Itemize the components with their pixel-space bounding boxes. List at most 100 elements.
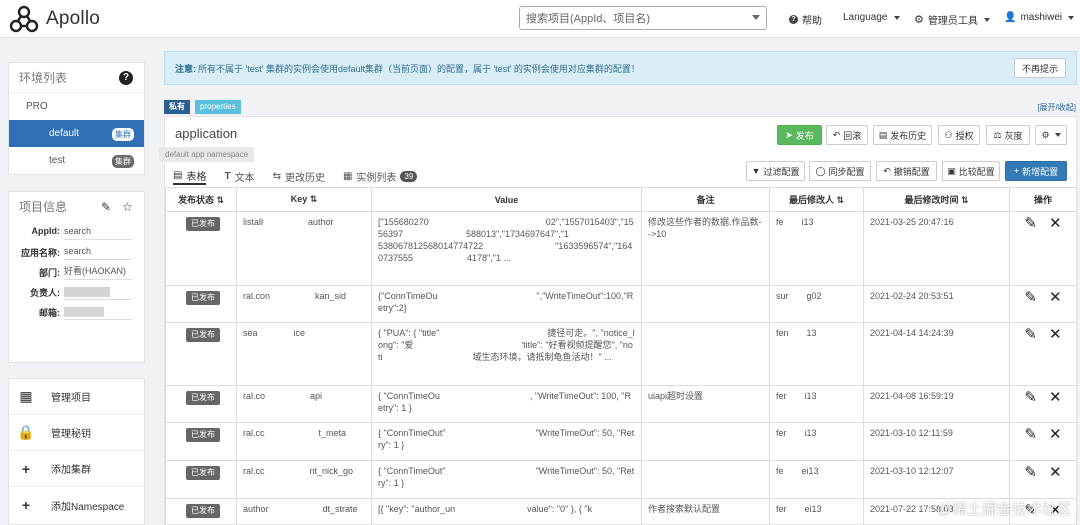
edit-icon[interactable]: ✎ [101, 200, 111, 214]
tab-instance-list[interactable]: ▦ 实例列表 39 [343, 167, 418, 185]
status-cell: 已发布 [165, 385, 237, 423]
info-value: search [64, 224, 132, 240]
expand-collapse-link[interactable]: [展开/收起] [1037, 102, 1076, 113]
rollback-button[interactable]: ↶ 回滚 [826, 125, 868, 145]
env-item-pro[interactable]: PRO [9, 93, 144, 120]
caret-down-icon [1068, 15, 1075, 20]
remark-cell: 修改这些作者的数据.作品数-->10 [641, 211, 770, 286]
key-cell: sea ice [236, 322, 372, 386]
published-badge: 已发布 [186, 291, 220, 305]
notice-text: 所有不属于 'test' 集群的实例会使用default集群（当前页面）的配置，… [198, 63, 640, 74]
tab-text[interactable]: T 文本 [224, 167, 254, 185]
tab-label: 更改历史 [284, 172, 325, 184]
publish-button[interactable]: ➤ 发布 [777, 125, 822, 145]
action-label: 添加集群 [51, 465, 91, 476]
column-header-modified-time[interactable]: 最后修改时间 ⇅ [863, 187, 1010, 212]
help-label: 帮助 [802, 16, 822, 27]
close-icon[interactable]: ✕ [1049, 327, 1062, 342]
key-cell: ral.con kan_sid [236, 285, 372, 323]
column-label: Key [290, 194, 308, 204]
grant-button[interactable]: ⚇ 授权 [938, 125, 980, 145]
apollo-logo[interactable]: Apollo [8, 4, 100, 34]
settings-dropdown-button[interactable]: ⚙ [1035, 125, 1067, 145]
add-cluster-button[interactable]: + 添加集群 [9, 451, 144, 487]
remark-cell [641, 322, 770, 386]
gear-icon: ⚙ [914, 14, 924, 26]
info-row-email: 邮箱: [9, 300, 144, 320]
help-link[interactable]: ? 帮助 [789, 12, 822, 27]
edit-icon[interactable]: ✎ [1024, 290, 1037, 305]
info-value-redacted [64, 304, 132, 320]
close-icon[interactable]: ✕ [1049, 290, 1062, 305]
value-cell: { "ConnTimeOu , "WriteTimeOut": 100, "Re… [371, 385, 642, 423]
column-label: 最后修改时间 [904, 195, 959, 205]
published-badge: 已发布 [186, 466, 220, 480]
project-search-select[interactable]: 搜索项目(AppId、项目名) [519, 6, 767, 30]
namespace-panel: application default app namespace ➤ 发布 ↶… [159, 116, 1077, 525]
manage-project-button[interactable]: ▦ 管理项目 [9, 379, 144, 415]
add-namespace-button[interactable]: + 添加Namespace [9, 487, 144, 523]
language-dropdown[interactable]: Language [843, 12, 900, 23]
close-icon[interactable]: ✕ [1049, 465, 1062, 480]
column-label: Value [494, 194, 519, 205]
value-cell: [{ "key": "author_un value": "0" }, { "k [371, 498, 642, 525]
compare-config-button[interactable]: ▣ 比较配置 [942, 161, 1000, 181]
user-dropdown[interactable]: 👤 mashiwei [1004, 12, 1075, 23]
time-cell: 2021-02-24 20:53:51 [863, 285, 1010, 323]
key-cell: listall author [236, 211, 372, 286]
edit-icon[interactable]: ✎ [1024, 465, 1037, 480]
close-icon[interactable]: ✕ [1049, 390, 1062, 405]
dismiss-notice-button[interactable]: 不再提示 [1013, 58, 1066, 78]
edit-icon[interactable]: ✎ [1024, 390, 1037, 405]
edit-icon[interactable]: ✎ [1024, 427, 1037, 442]
cluster-item-test[interactable]: test 集群 [9, 147, 144, 174]
admin-tools-dropdown[interactable]: ⚙ 管理员工具 [914, 12, 990, 27]
published-badge: 已发布 [186, 504, 220, 518]
column-header-value: Value [371, 187, 642, 212]
sync-config-button[interactable]: ◯ 同步配置 [809, 161, 871, 181]
table-header-row: 发布状态 ⇅ Key ⇅ Value 备注 最后修改人 ⇅ 最后修改时间 ⇅ 操… [165, 187, 1077, 212]
manage-secret-button[interactable]: 🔒 管理秘钥 [9, 415, 144, 451]
info-value-redacted [64, 284, 132, 300]
info-row-app-name: 应用名称: search [9, 240, 144, 260]
edit-icon[interactable]: ✎ [1024, 327, 1037, 342]
tab-table[interactable]: ▤ 表格 [173, 167, 207, 185]
column-label: 最后修改人 [788, 195, 834, 205]
send-icon: ➤ [785, 129, 793, 140]
close-icon[interactable]: ✕ [1049, 427, 1062, 442]
table-icon: ▤ [173, 169, 183, 181]
column-header-status[interactable]: 发布状态 ⇅ [165, 187, 237, 212]
column-label: 备注 [696, 195, 715, 205]
info-row-appid: AppId: search [9, 220, 144, 240]
filter-config-button[interactable]: ▼ 过滤配置 [746, 161, 805, 181]
info-label: AppId: [31, 226, 61, 236]
plus-icon: + [21, 460, 31, 477]
operations-cell: ✎ ✕ [1009, 322, 1077, 386]
add-config-button[interactable]: + 新增配置 [1005, 161, 1067, 181]
gray-label: 灰度 [1004, 130, 1023, 141]
watermark: @稀土掘金技术社区 [936, 501, 1072, 518]
info-value: search [64, 244, 132, 260]
modifier-cell: sur g02 [769, 285, 864, 323]
project-info-header: 项目信息 ✎ ☆ [9, 192, 144, 220]
help-icon[interactable]: ? [119, 71, 133, 85]
edit-icon[interactable]: ✎ [1024, 216, 1037, 231]
key-cell: author dt_strate [236, 498, 372, 525]
tab-change-history[interactable]: ⇆ 更改历史 [273, 167, 325, 185]
close-icon[interactable]: ✕ [1049, 216, 1062, 231]
gray-release-button[interactable]: ⚖ 灰度 [986, 125, 1030, 145]
key-cell: ral.co api [236, 385, 372, 423]
undo-icon: ↶ [883, 165, 891, 176]
grid-icon: ▦ [19, 388, 33, 404]
publish-history-button[interactable]: ▤ 发布历史 [873, 125, 932, 145]
sync-icon: ◯ [815, 165, 826, 176]
column-header-key[interactable]: Key ⇅ [236, 187, 372, 212]
cluster-item-default[interactable]: default 集群 [9, 120, 144, 147]
env-list-panel: 环境列表 ? PRO default 集群 test 集群 [8, 62, 145, 175]
column-header-modifier[interactable]: 最后修改人 ⇅ [769, 187, 864, 212]
cluster-name: default [49, 128, 80, 139]
revoke-config-button[interactable]: ↶ 撤销配置 [876, 161, 937, 181]
star-icon[interactable]: ☆ [122, 200, 133, 214]
filter-label: 过滤配置 [763, 166, 800, 177]
published-badge: 已发布 [186, 217, 220, 231]
